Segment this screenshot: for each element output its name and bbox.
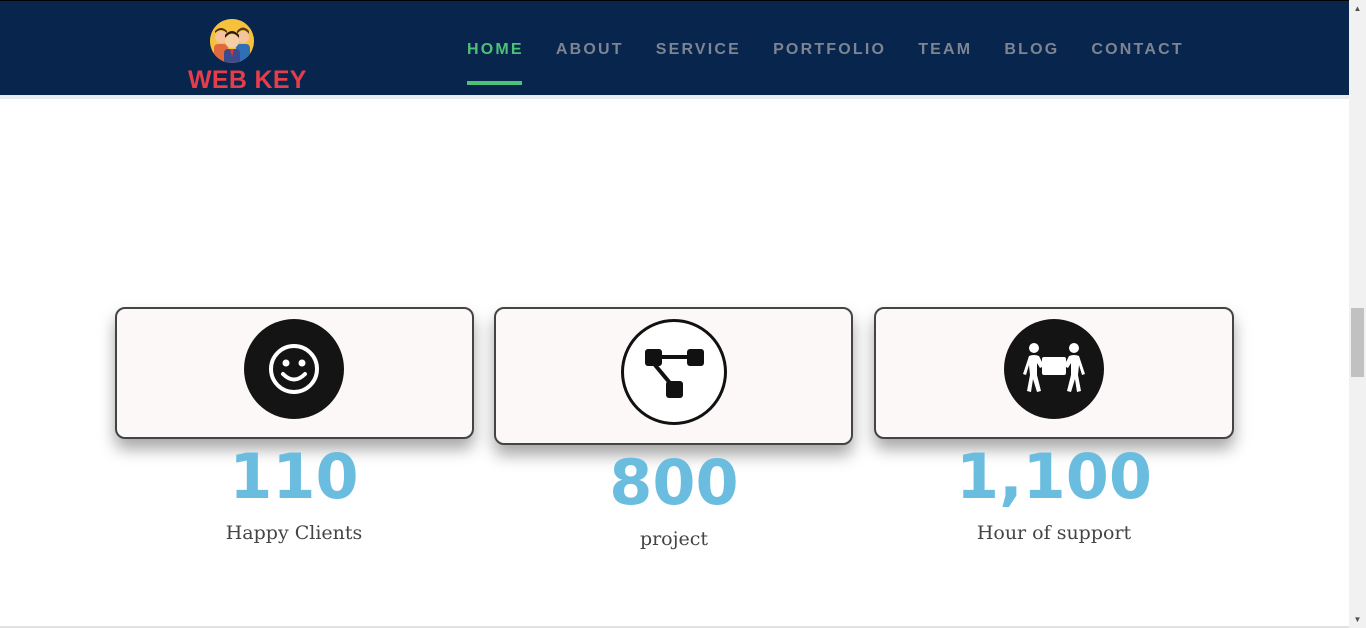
stat-label-hour-of-support: Hour of support	[976, 522, 1132, 544]
stat-card-happy-clients	[115, 307, 474, 439]
main-navigation: HOME ABOUT SERVICE PORTFOLIO TEAM BLOG C…	[467, 41, 1184, 85]
stat-label-happy-clients: Happy Clients	[225, 522, 363, 544]
top-navbar: WEB KEY HOME ABOUT SERVICE PORTFOLIO TEA…	[0, 0, 1349, 95]
nav-item-blog[interactable]: BLOG	[1004, 41, 1059, 71]
page-scrollbar[interactable]: ▲ ▼	[1349, 0, 1366, 628]
stat-value-happy-clients: 110	[229, 440, 359, 513]
stat-card-project	[494, 307, 853, 445]
nav-item-portfolio[interactable]: PORTFOLIO	[773, 41, 886, 71]
scroll-down-arrow-icon[interactable]: ▼	[1349, 611, 1366, 628]
stat-card-hour-of-support	[874, 307, 1234, 439]
stat-label-project: project	[639, 528, 709, 550]
brand-name: WEB KEY	[188, 66, 307, 94]
smiley-icon	[244, 319, 344, 419]
navbar-divider	[0, 95, 1349, 99]
nav-item-about[interactable]: ABOUT	[556, 41, 624, 71]
stat-value-project: 800	[609, 446, 739, 519]
nav-item-service[interactable]: SERVICE	[656, 41, 741, 71]
brand-logo[interactable]: WEB KEY	[186, 17, 307, 95]
scrollbar-thumb[interactable]	[1351, 308, 1364, 377]
stat-value-hour-of-support: 1,100	[955, 440, 1153, 513]
nav-item-home[interactable]: HOME	[467, 41, 524, 85]
team-avatar-icon	[210, 19, 254, 63]
support-people-icon	[1004, 319, 1104, 419]
workflow-icon	[621, 319, 727, 425]
scroll-up-arrow-icon[interactable]: ▲	[1349, 0, 1366, 17]
nav-item-contact[interactable]: CONTACT	[1091, 41, 1183, 71]
nav-item-team[interactable]: TEAM	[918, 41, 972, 71]
